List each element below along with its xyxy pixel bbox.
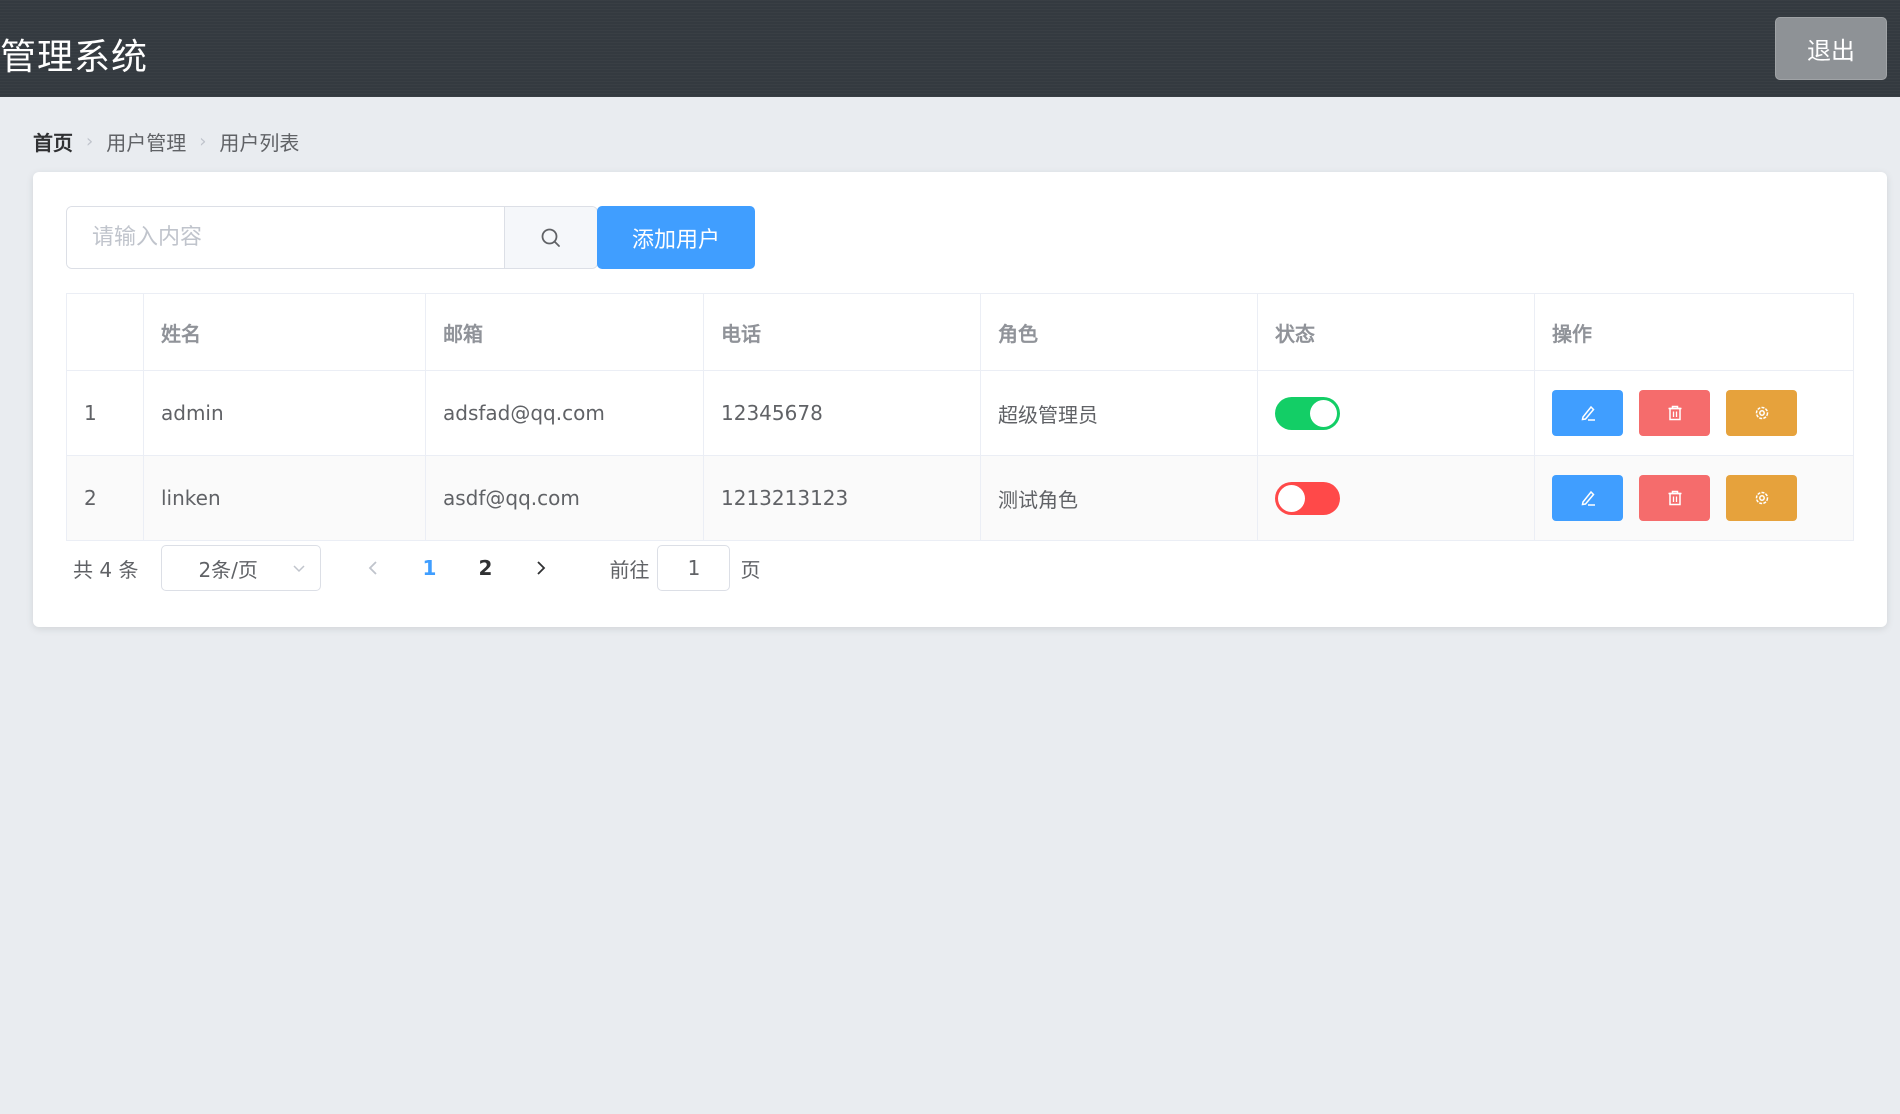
page-number-2[interactable]: 2 bbox=[465, 556, 505, 580]
cell-status bbox=[1257, 455, 1535, 541]
column-header-index bbox=[66, 293, 144, 371]
delete-button[interactable] bbox=[1639, 475, 1710, 521]
cell-role: 测试角色 bbox=[980, 455, 1258, 541]
goto-page-input[interactable] bbox=[657, 545, 731, 591]
page-size-value: 2条/页 bbox=[198, 557, 258, 582]
cell-role: 超级管理员 bbox=[980, 370, 1258, 456]
settings-button[interactable] bbox=[1726, 475, 1797, 521]
column-header-email: 邮箱 bbox=[425, 293, 704, 371]
row-actions bbox=[1552, 475, 1853, 521]
chevron-down-icon bbox=[293, 565, 305, 573]
content-card: 添加用户 姓名 邮箱 电话 角色 状态 操作 1 admin adsfad@qq… bbox=[33, 172, 1887, 627]
delete-icon bbox=[1668, 490, 1681, 506]
search-box bbox=[66, 206, 598, 269]
cell-index: 2 bbox=[66, 455, 144, 541]
settings-icon bbox=[1755, 406, 1768, 420]
edit-icon bbox=[1581, 490, 1595, 506]
goto-suffix: 页 bbox=[740, 557, 761, 582]
cell-phone: 1213213123 bbox=[703, 455, 981, 541]
breadcrumb-user-management: 用户管理 bbox=[106, 130, 187, 155]
column-header-phone: 电话 bbox=[703, 293, 981, 371]
user-table: 姓名 邮箱 电话 角色 状态 操作 1 admin adsfad@qq.com … bbox=[66, 293, 1854, 541]
column-header-role: 角色 bbox=[980, 293, 1258, 371]
column-header-status: 状态 bbox=[1257, 293, 1535, 371]
pagination: 共 4 条 2条/页 1 2 前往 页 bbox=[73, 545, 760, 591]
table-header-row: 姓名 邮箱 电话 角色 状态 操作 bbox=[66, 293, 1854, 371]
cell-status bbox=[1257, 370, 1535, 456]
search-icon bbox=[541, 228, 560, 247]
cell-email: asdf@qq.com bbox=[425, 455, 704, 541]
breadcrumb: 首页 › 用户管理 › 用户列表 bbox=[33, 126, 299, 156]
page-size-select[interactable]: 2条/页 bbox=[161, 545, 322, 591]
breadcrumb-home[interactable]: 首页 bbox=[33, 127, 73, 156]
settings-icon bbox=[1755, 491, 1768, 505]
delete-button[interactable] bbox=[1639, 390, 1710, 436]
prev-page-button[interactable] bbox=[353, 560, 393, 576]
cell-index: 1 bbox=[66, 370, 144, 456]
logout-button[interactable]: 退出 bbox=[1775, 17, 1887, 80]
add-user-button[interactable]: 添加用户 bbox=[597, 206, 755, 269]
switch-knob bbox=[1310, 399, 1337, 427]
cell-actions bbox=[1534, 455, 1854, 541]
next-page-button[interactable] bbox=[521, 560, 561, 576]
column-header-actions: 操作 bbox=[1534, 293, 1854, 371]
cell-name: linken bbox=[143, 455, 426, 541]
row-actions bbox=[1552, 390, 1853, 436]
chevron-left-icon bbox=[369, 561, 378, 575]
chevron-right-icon: › bbox=[86, 130, 94, 152]
table-row: 1 admin adsfad@qq.com 12345678 超级管理员 bbox=[66, 370, 1854, 456]
status-switch[interactable] bbox=[1275, 481, 1340, 515]
search-input[interactable] bbox=[67, 207, 504, 268]
table-row: 2 linken asdf@qq.com 1213213123 测试角色 bbox=[66, 455, 1854, 541]
cell-name: admin bbox=[143, 370, 426, 456]
chevron-right-icon: › bbox=[199, 130, 207, 152]
cell-phone: 12345678 bbox=[703, 370, 981, 456]
edit-button[interactable] bbox=[1552, 475, 1623, 521]
goto-label: 前往 bbox=[609, 557, 650, 582]
cell-actions bbox=[1534, 370, 1854, 456]
app-title: 管理系统 bbox=[0, 37, 149, 78]
edit-button[interactable] bbox=[1552, 390, 1623, 436]
delete-icon bbox=[1668, 405, 1681, 421]
column-header-name: 姓名 bbox=[143, 293, 426, 371]
switch-knob bbox=[1278, 484, 1305, 512]
edit-icon bbox=[1581, 405, 1595, 421]
top-header: 管理系统 退出 bbox=[0, 0, 1900, 97]
status-switch[interactable] bbox=[1275, 396, 1340, 430]
page-number-1[interactable]: 1 bbox=[409, 556, 449, 580]
cell-email: adsfad@qq.com bbox=[425, 370, 704, 456]
settings-button[interactable] bbox=[1726, 390, 1797, 436]
search-button[interactable] bbox=[504, 207, 597, 268]
chevron-right-icon bbox=[537, 561, 546, 575]
pagination-total: 共 4 条 bbox=[73, 557, 139, 582]
breadcrumb-user-list: 用户列表 bbox=[219, 130, 300, 155]
